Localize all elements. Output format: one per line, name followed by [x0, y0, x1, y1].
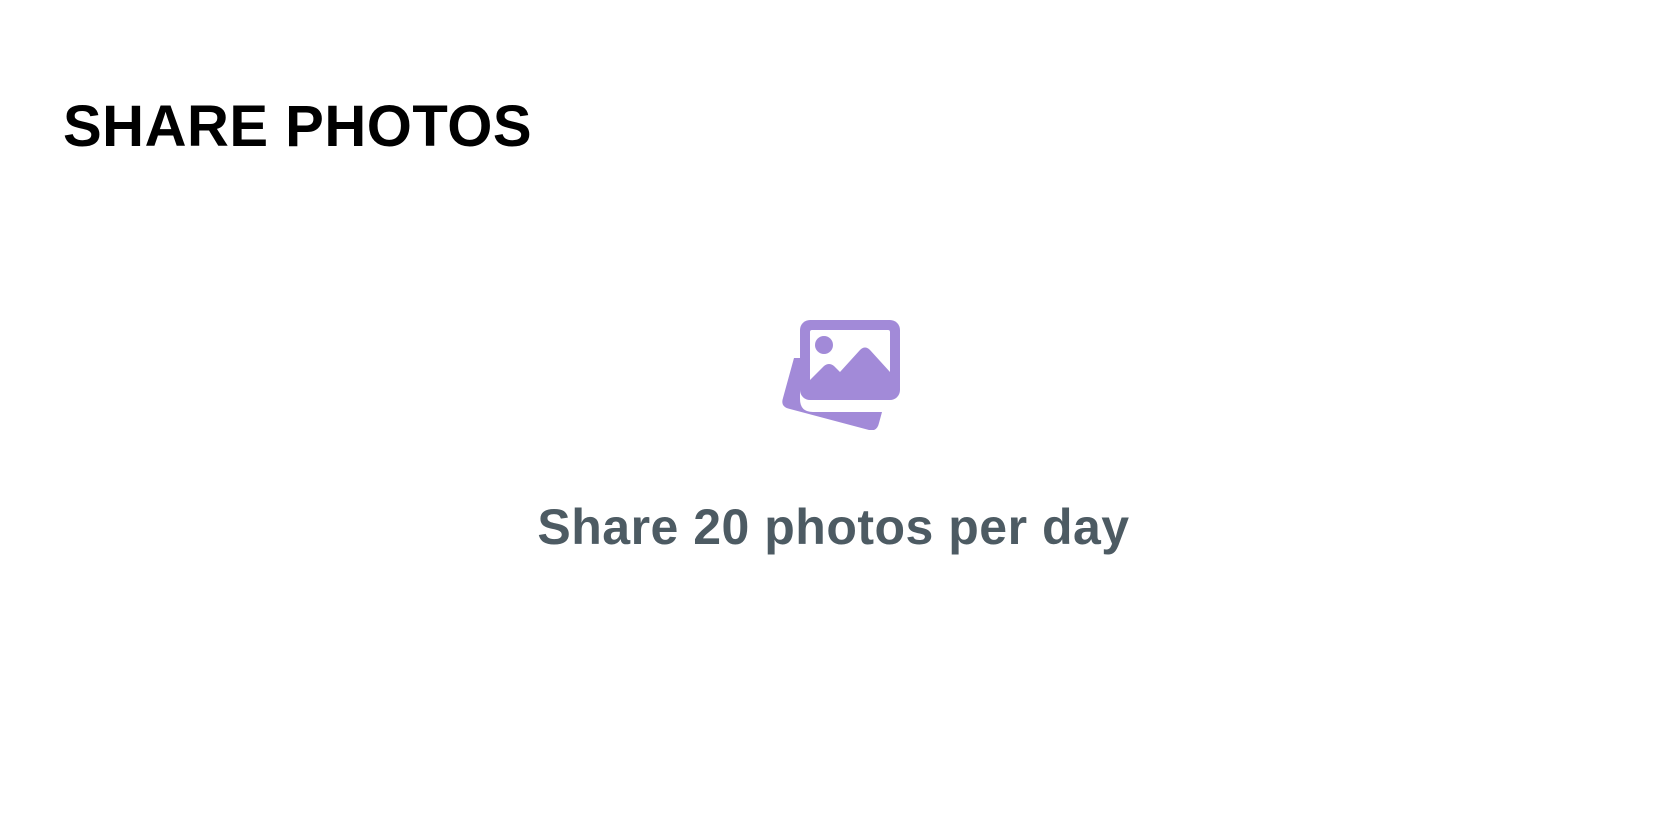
photos-icon [780, 320, 900, 430]
page-title: SHARE PHOTOS [63, 94, 533, 159]
photo-limit-text: Share 20 photos per day [537, 499, 1130, 555]
share-photos-screen: SHARE PHOTOS Share 20 photos per day [0, 0, 1667, 833]
